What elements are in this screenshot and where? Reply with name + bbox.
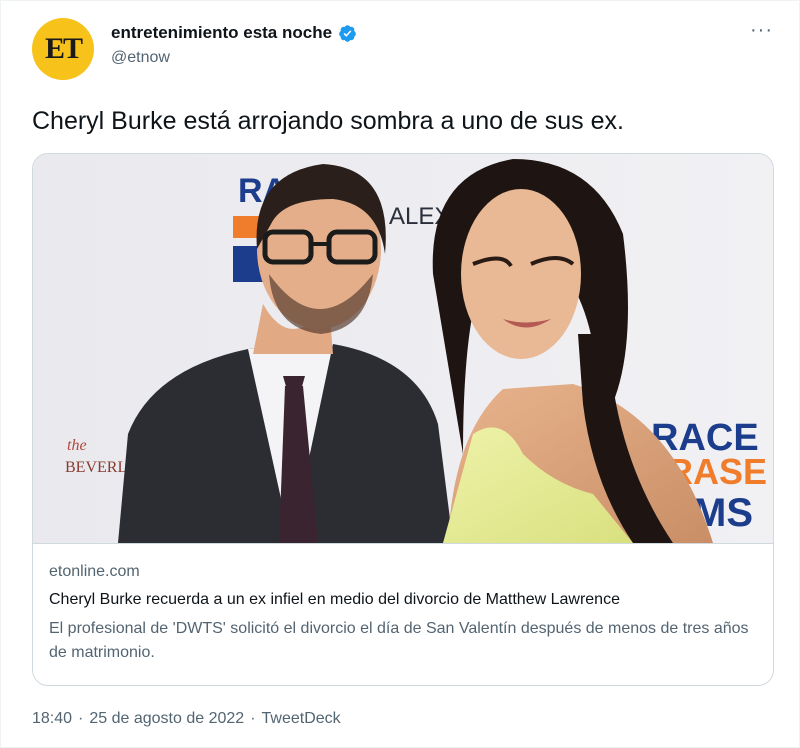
card-meta[interactable]: etonline.com Cheryl Burke recuerda a un …: [33, 543, 773, 685]
avatar[interactable]: ET: [32, 18, 94, 80]
card-title[interactable]: Cheryl Burke recuerda a un ex infiel en …: [49, 591, 620, 609]
card-domain[interactable]: etonline.com: [49, 563, 140, 581]
source-app[interactable]: TweetDeck: [262, 710, 341, 728]
avatar-logo-text: ET: [44, 32, 83, 65]
footer-separator: ·: [250, 710, 256, 727]
tweet-footer: 18:40 · 25 de agosto de 2022 · TweetDeck: [32, 710, 341, 728]
card-image[interactable]: RACE ALEX RACE ERASE MS the BEVERLY: [33, 154, 774, 543]
footer-separator: ·: [78, 710, 84, 727]
link-card[interactable]: RACE ALEX RACE ERASE MS the BEVERLY: [32, 153, 774, 686]
tweet[interactable]: ET entretenimiento esta noche @etnow ···…: [0, 0, 800, 748]
verified-badge-icon: [339, 24, 356, 42]
handle[interactable]: @etnow: [111, 49, 170, 67]
card-description: El profesional de 'DWTS' solicitó el div…: [49, 620, 749, 661]
author-name-row[interactable]: entretenimiento esta noche: [111, 23, 357, 43]
svg-text:the: the: [67, 437, 87, 454]
tweet-text: Cheryl Burke está arrojando sombra a uno…: [32, 107, 624, 135]
tweet-date[interactable]: 25 de agosto de 2022: [89, 710, 244, 728]
display-name[interactable]: entretenimiento esta noche: [111, 23, 332, 43]
more-options-icon[interactable]: ···: [750, 19, 773, 42]
tweet-time[interactable]: 18:40: [32, 710, 72, 728]
